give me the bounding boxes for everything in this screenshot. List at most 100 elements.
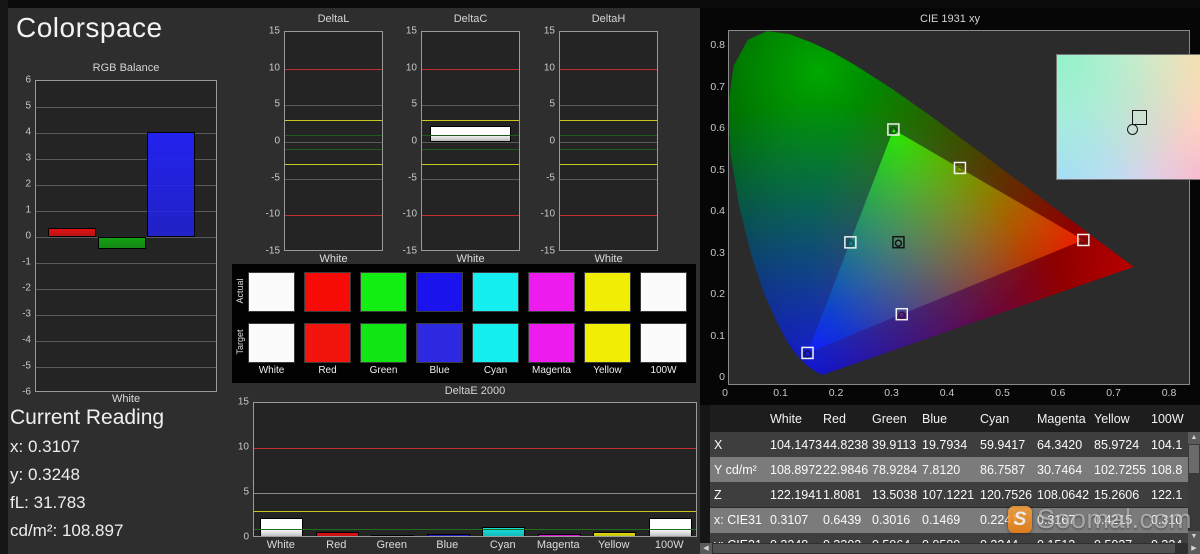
refline-deltah [560, 120, 657, 121]
gridline-deltah [560, 142, 657, 143]
table-header-white: White [770, 412, 802, 426]
table-cell: 86.7587 [980, 463, 1025, 477]
table-cell: 108.8 [1151, 463, 1182, 477]
cie-plot-area [728, 30, 1190, 385]
cie-ytick: 0.3 [702, 247, 725, 259]
refline-deltac [422, 69, 519, 70]
deltae-bar-white [260, 518, 303, 537]
refline-deltah [560, 69, 657, 70]
refline-deltal [285, 164, 382, 165]
watermark-text: Soomal.com [1037, 504, 1192, 535]
table-cell: 0.3016 [872, 513, 910, 527]
hscroll-thumb[interactable] [713, 544, 1175, 553]
swatch-target-blue [416, 323, 463, 363]
table-header-blue: Blue [922, 412, 947, 426]
swatch-col-label: 100W [632, 365, 695, 376]
ytick-deltal: 10 [254, 62, 280, 73]
table-header-row: WhiteRedGreenBlueCyanMagentaYellow100W [700, 405, 1200, 432]
scroll-right-icon[interactable]: ▶ [1188, 543, 1200, 554]
rgb-gridline [36, 341, 216, 342]
rgb-ytick: 4 [5, 127, 31, 138]
ytick-deltac: -15 [391, 246, 417, 257]
colorspace-app: Colorspace RGB Balance6543210-1-2-3-4-5-… [0, 0, 1200, 554]
deltae-ytick: 15 [223, 397, 249, 408]
deltae-refline [254, 529, 696, 530]
deltae-xlabel-red: Red [309, 539, 365, 551]
cie-ytick: 0 [702, 371, 725, 383]
vscroll-thumb[interactable] [1189, 445, 1199, 473]
deltae-ytick: 0 [223, 532, 249, 543]
ytick-deltah: 15 [529, 26, 555, 37]
swatch-col-label: Green [352, 365, 415, 376]
table-cell: 85.9724 [1094, 438, 1139, 452]
swatch-col-label: Blue [408, 365, 471, 376]
table-hscrollbar[interactable]: ◀▶ [700, 543, 1200, 554]
swatch-panel: ActualTargetWhiteRedGreenBlueCyanMagenta… [232, 264, 696, 383]
swatch-col-label: Red [296, 365, 359, 376]
rgb-balance-title: RGB Balance [35, 62, 217, 74]
soomal-logo-icon: S [1008, 506, 1032, 533]
swatch-actual-magenta [528, 272, 575, 312]
rgb-ytick: -2 [5, 283, 31, 294]
deltae-ytick: 10 [223, 442, 249, 453]
reading-line-y: y: 0.3248 [10, 465, 80, 485]
deltae-title: DeltaE 2000 [253, 385, 697, 397]
rgb-gridline [36, 289, 216, 290]
rgb-gridline [36, 107, 216, 108]
scroll-left-icon[interactable]: ◀ [700, 543, 712, 554]
swatch-actual-cyan [472, 272, 519, 312]
swatch-actual-red [304, 272, 351, 312]
rgb-bar-blue [147, 132, 195, 237]
cie-xtick: 0.4 [933, 387, 961, 399]
deltae-xlabel-blue: Blue [420, 539, 476, 551]
ytick-deltal: -10 [254, 209, 280, 220]
swatch-target-white [248, 323, 295, 363]
refline-deltac [422, 149, 519, 150]
table-cell: 30.7464 [1037, 463, 1082, 477]
table-cell: 19.7934 [922, 438, 967, 452]
table-header-cyan: Cyan [980, 412, 1009, 426]
deltae-refline [254, 493, 696, 494]
reading-line-x: x: 0.3107 [10, 437, 80, 457]
refline-deltah [560, 164, 657, 165]
ytick-deltah: 0 [529, 136, 555, 147]
refline-deltal [285, 215, 382, 216]
deltae-bar-yellow [593, 532, 636, 537]
rgb-gridline [36, 315, 216, 316]
deltae-xlabel-magenta: Magenta [531, 539, 587, 551]
refline-deltac [422, 135, 519, 136]
reading-line-cdm2: cd/m²: 108.897 [10, 521, 123, 541]
gridline-deltah [560, 179, 657, 180]
plot-deltah [559, 31, 658, 251]
ytick-deltah: -15 [529, 246, 555, 257]
table-cell: 44.8238 [823, 438, 868, 452]
scroll-up-icon[interactable]: ▲ [1188, 432, 1200, 444]
rgb-gridline [36, 263, 216, 264]
table-header-magenta: Magenta [1037, 412, 1086, 426]
table-row[interactable]: Y cd/m²108.897222.984678.92847.812086.75… [700, 457, 1200, 482]
ytick-deltac: 0 [391, 136, 417, 147]
refline-deltac [422, 164, 519, 165]
swatch-col-label: Cyan [464, 365, 527, 376]
swatch-col-label: White [240, 365, 303, 376]
cie-xtick: 0.8 [1155, 387, 1183, 399]
swatch-col-label: Magenta [520, 365, 583, 376]
table-row[interactable]: X104.147344.823839.911319.793459.941764.… [700, 432, 1200, 457]
swatch-target-red [304, 323, 351, 363]
deltae-refline [254, 448, 696, 449]
cie-white-inset [1056, 54, 1200, 180]
rgb-ytick: -4 [5, 335, 31, 346]
cie-xtick: 0 [711, 387, 739, 399]
chart-title-deltah: DeltaH [547, 13, 670, 25]
table-rowlabel: x: CIE31 [714, 513, 762, 527]
current-reading-title: Current Reading [10, 406, 164, 430]
ytick-deltah: -5 [529, 172, 555, 183]
gridline-deltac [422, 142, 519, 143]
table-header-100w: 100W [1151, 412, 1184, 426]
swatch-target-yellow [584, 323, 631, 363]
gridline-deltal [285, 142, 382, 143]
refline-deltac [422, 215, 519, 216]
swatch-rowlabel-actual: Actual [235, 270, 245, 312]
gridline-deltal [285, 179, 382, 180]
swatch-actual-green [360, 272, 407, 312]
